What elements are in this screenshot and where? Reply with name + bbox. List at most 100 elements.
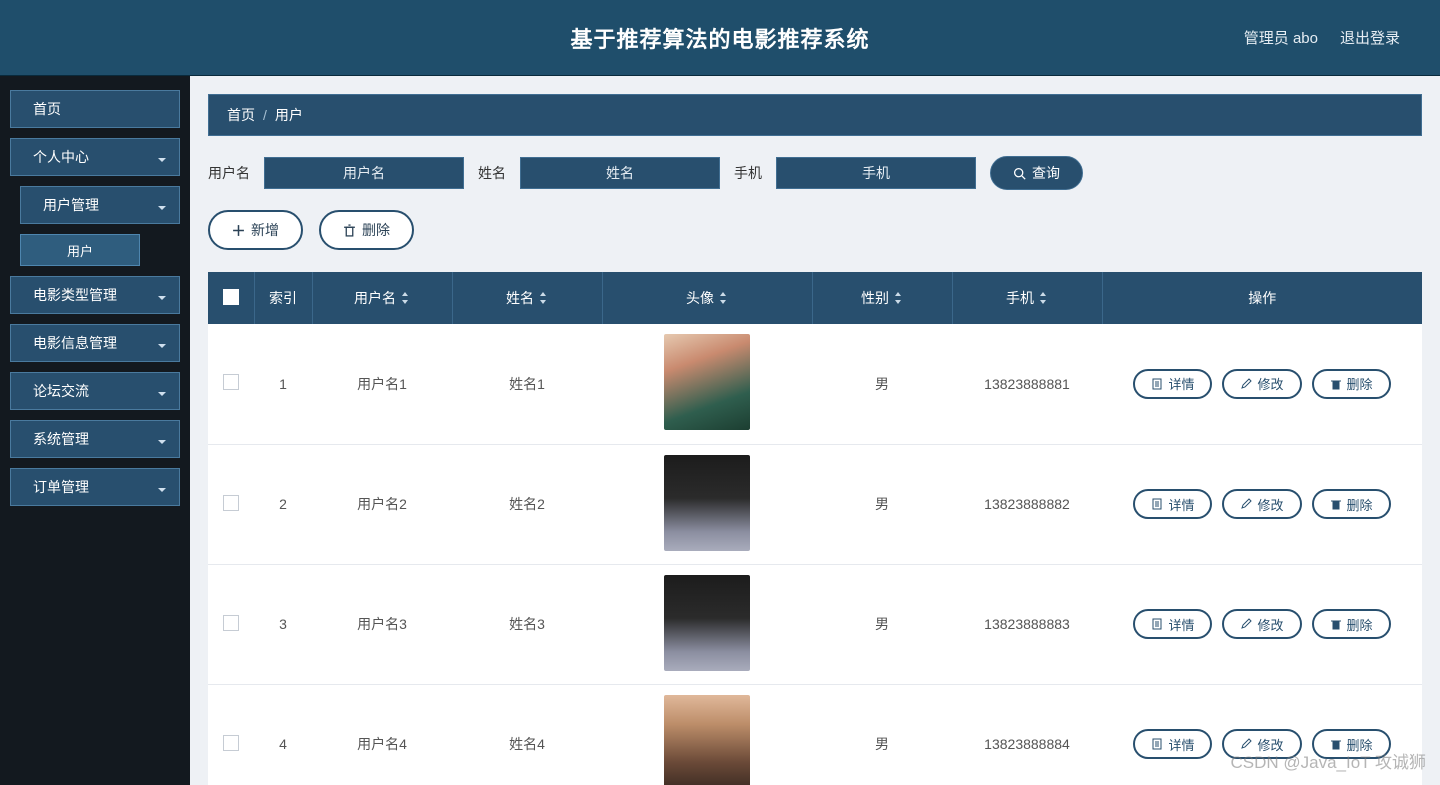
col-name[interactable]: 姓名 (452, 272, 602, 324)
cell-gender: 男 (812, 444, 952, 564)
cell-index: 4 (254, 684, 312, 785)
avatar-image (664, 455, 750, 551)
edit-button[interactable]: 修改 (1222, 489, 1301, 519)
row-checkbox[interactable] (223, 374, 239, 390)
sidebar-item-label: 用户管理 (43, 195, 99, 215)
chevron-down-icon (157, 200, 167, 210)
detail-button[interactable]: 详情 (1133, 369, 1212, 399)
admin-label[interactable]: 管理员 abo (1244, 27, 1318, 48)
avatar-image (664, 695, 750, 785)
col-index: 索引 (254, 272, 312, 324)
edit-button[interactable]: 修改 (1222, 729, 1301, 759)
sidebar-subitem-user[interactable]: 用户 (20, 234, 140, 266)
header-right: 管理员 abo 退出登录 (1244, 27, 1400, 48)
table-header-row: 索引 用户名 姓名 头像 性别 手机 操作 (208, 272, 1422, 324)
chevron-down-icon (157, 152, 167, 162)
cell-username: 用户名1 (312, 324, 452, 444)
sort-icon (1038, 291, 1048, 307)
table-row: 1用户名1姓名1 男13823888881 详情修改删除 (208, 324, 1422, 444)
cell-gender: 男 (812, 324, 952, 444)
trash-icon (343, 224, 356, 237)
sort-icon (718, 291, 728, 307)
cell-username: 用户名4 (312, 684, 452, 785)
cell-ops: 详情修改删除 (1102, 481, 1422, 527)
cell-ops: 详情修改删除 (1102, 721, 1422, 767)
query-button[interactable]: 查询 (990, 156, 1083, 190)
sidebar-item-home[interactable]: 首页 (10, 90, 180, 128)
cell-name: 姓名4 (452, 684, 602, 785)
sidebar-item-label: 个人中心 (33, 147, 89, 167)
filter-phone-input[interactable] (776, 157, 976, 189)
row-delete-button[interactable]: 删除 (1312, 369, 1391, 399)
logout-link[interactable]: 退出登录 (1340, 27, 1400, 48)
cell-avatar (602, 564, 812, 684)
search-icon (1013, 167, 1026, 180)
cell-username: 用户名3 (312, 564, 452, 684)
cell-index: 2 (254, 444, 312, 564)
sidebar-item-forum[interactable]: 论坛交流 (10, 372, 180, 410)
sidebar-item-movie-type[interactable]: 电影类型管理 (10, 276, 180, 314)
detail-button[interactable]: 详情 (1133, 489, 1212, 519)
cell-name: 姓名3 (452, 564, 602, 684)
select-all-checkbox[interactable] (223, 289, 239, 305)
sidebar-item-user-mgmt[interactable]: 用户管理 (20, 186, 180, 224)
cell-avatar (602, 684, 812, 785)
sort-icon (400, 291, 410, 307)
sidebar-item-movie-info[interactable]: 电影信息管理 (10, 324, 180, 362)
col-avatar[interactable]: 头像 (602, 272, 812, 324)
main-panel: 首页 / 用户 用户名 姓名 手机 查询 新增 删除 (190, 76, 1440, 785)
cell-index: 1 (254, 324, 312, 444)
chevron-down-icon (157, 338, 167, 348)
col-ops: 操作 (1102, 272, 1422, 324)
detail-button[interactable]: 详情 (1133, 609, 1212, 639)
action-bar: 新增 删除 (208, 210, 1422, 250)
sidebar-item-system[interactable]: 系统管理 (10, 420, 180, 458)
row-checkbox[interactable] (223, 615, 239, 631)
filter-phone-label: 手机 (734, 163, 762, 183)
sidebar-item-personal[interactable]: 个人中心 (10, 138, 180, 176)
row-delete-button[interactable]: 删除 (1312, 609, 1391, 639)
breadcrumb-root[interactable]: 首页 (227, 105, 255, 125)
sidebar-item-orders[interactable]: 订单管理 (10, 468, 180, 506)
chevron-down-icon (157, 434, 167, 444)
cell-phone: 13823888881 (952, 324, 1102, 444)
breadcrumb-current: 用户 (275, 105, 303, 125)
delete-button[interactable]: 删除 (319, 210, 414, 250)
cell-name: 姓名1 (452, 324, 602, 444)
filter-username-label: 用户名 (208, 163, 250, 183)
sidebar-item-label: 首页 (33, 99, 61, 119)
table-row: 4用户名4姓名4男13823888884详情修改删除 (208, 684, 1422, 785)
chevron-down-icon (157, 386, 167, 396)
cell-gender: 男 (812, 564, 952, 684)
app-title: 基于推荐算法的电影推荐系统 (570, 22, 869, 54)
cell-phone: 13823888883 (952, 564, 1102, 684)
sidebar-item-label: 电影信息管理 (33, 333, 117, 353)
filter-bar: 用户名 姓名 手机 查询 (208, 156, 1422, 190)
sidebar-item-label: 系统管理 (33, 429, 89, 449)
sort-icon (893, 291, 903, 307)
cell-gender: 男 (812, 684, 952, 785)
cell-avatar (602, 444, 812, 564)
filter-name-input[interactable] (520, 157, 720, 189)
col-username[interactable]: 用户名 (312, 272, 452, 324)
table-row: 3用户名3姓名3男13823888883详情修改删除 (208, 564, 1422, 684)
detail-button[interactable]: 详情 (1133, 729, 1212, 759)
cell-name: 姓名2 (452, 444, 602, 564)
add-button[interactable]: 新增 (208, 210, 303, 250)
breadcrumb: 首页 / 用户 (208, 94, 1422, 136)
row-checkbox[interactable] (223, 495, 239, 511)
chevron-down-icon (157, 482, 167, 492)
row-delete-button[interactable]: 删除 (1312, 489, 1391, 519)
sidebar-item-label: 电影类型管理 (33, 285, 117, 305)
sort-icon (538, 291, 548, 307)
row-delete-button[interactable]: 删除 (1312, 729, 1391, 759)
edit-button[interactable]: 修改 (1222, 369, 1301, 399)
col-phone[interactable]: 手机 (952, 272, 1102, 324)
row-checkbox[interactable] (223, 735, 239, 751)
cell-phone: 13823888884 (952, 684, 1102, 785)
edit-button[interactable]: 修改 (1222, 609, 1301, 639)
filter-username-input[interactable] (264, 157, 464, 189)
filter-name-label: 姓名 (478, 163, 506, 183)
col-gender[interactable]: 性别 (812, 272, 952, 324)
table-row: 2用户名2姓名2男13823888882详情修改删除 (208, 444, 1422, 564)
